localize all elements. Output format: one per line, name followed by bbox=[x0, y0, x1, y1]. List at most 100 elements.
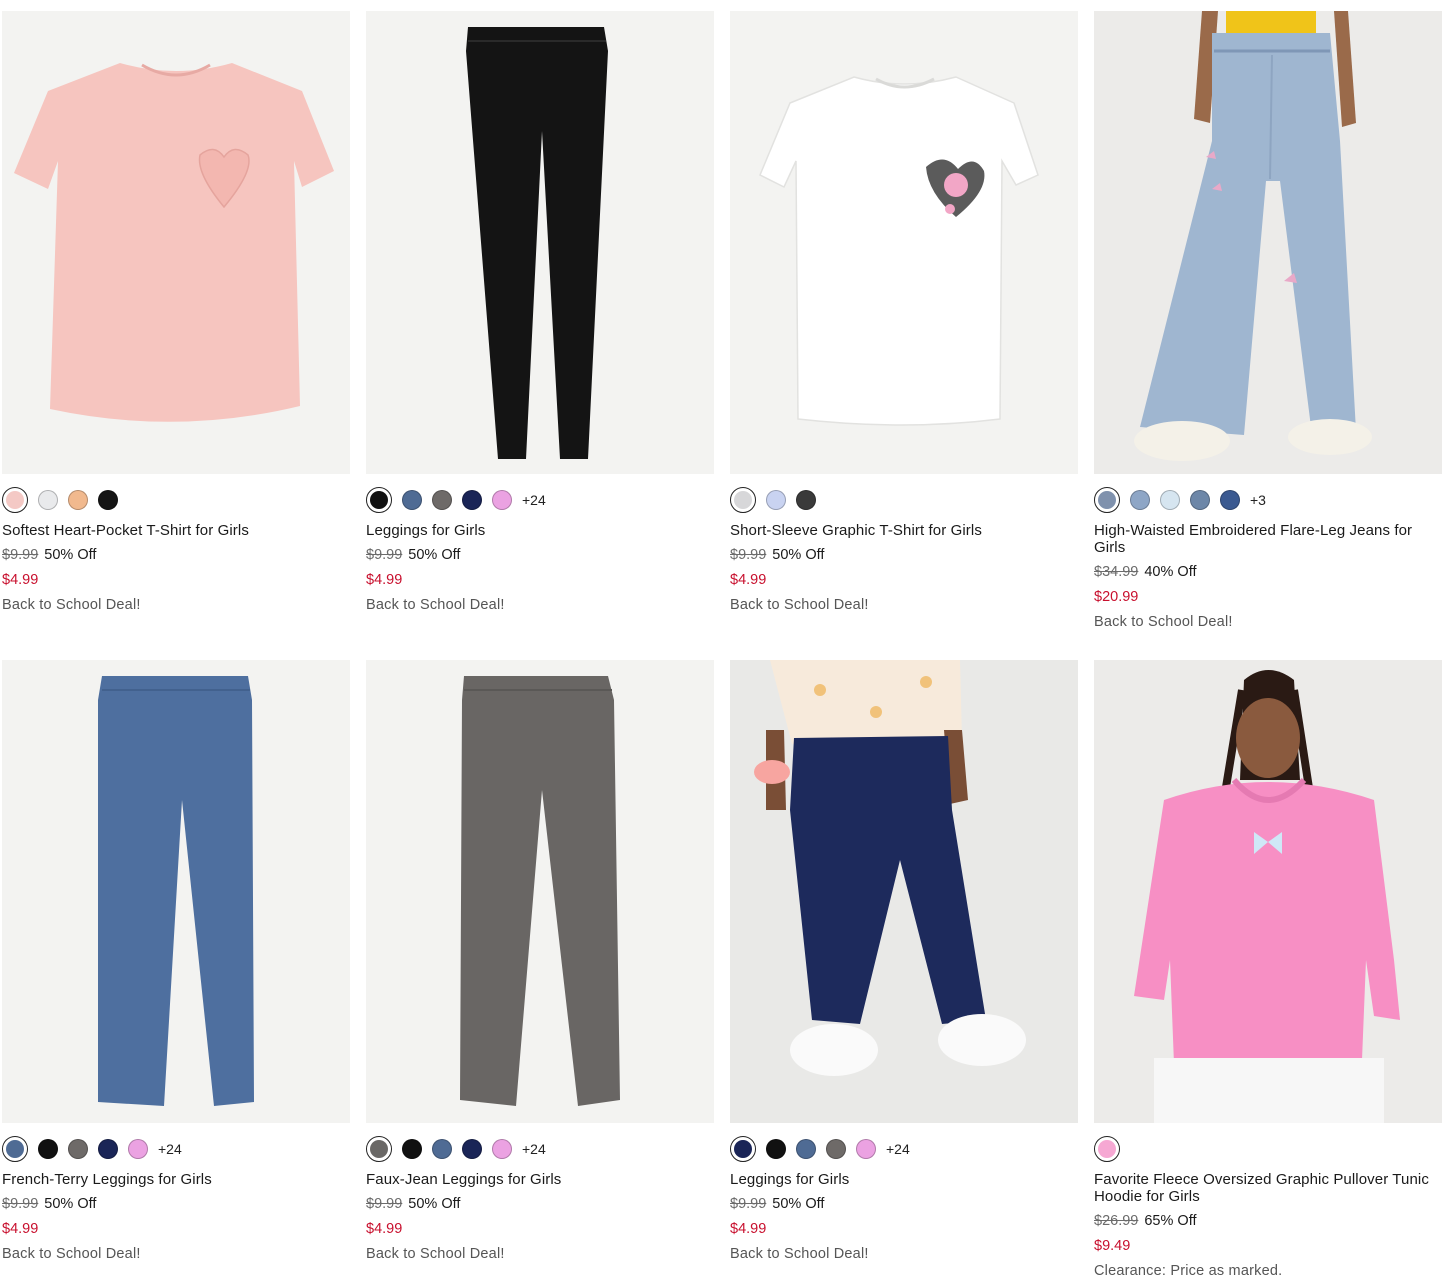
color-swatch[interactable] bbox=[796, 490, 816, 510]
color-swatch[interactable] bbox=[68, 1139, 88, 1159]
product-card[interactable]: +24 Leggings for Girls $9.99 50% Off $4.9… bbox=[730, 660, 1078, 1287]
more-colors-link[interactable]: +24 bbox=[158, 1141, 182, 1157]
original-price: $9.99 bbox=[730, 1196, 767, 1212]
color-swatch[interactable] bbox=[766, 1139, 786, 1159]
color-swatch[interactable] bbox=[766, 490, 786, 510]
price-line: $9.99 50% Off bbox=[2, 1195, 350, 1213]
more-colors-link[interactable]: +24 bbox=[522, 492, 546, 508]
more-colors-link[interactable]: +3 bbox=[1250, 492, 1266, 508]
product-name[interactable]: Leggings for Girls bbox=[366, 522, 714, 539]
blue-leggings-image bbox=[2, 660, 350, 1123]
color-swatch[interactable] bbox=[402, 1139, 422, 1159]
original-price: $34.99 bbox=[1094, 564, 1139, 580]
sale-price: $20.99 bbox=[1094, 589, 1139, 605]
color-swatch[interactable] bbox=[38, 490, 58, 510]
product-card[interactable]: +3 High-Waisted Embroidered Flare-Leg Je… bbox=[1094, 11, 1442, 638]
promo-text: Back to School Deal! bbox=[366, 1246, 505, 1262]
product-image[interactable] bbox=[730, 11, 1078, 474]
price-line: $26.99 65% Off bbox=[1094, 1212, 1442, 1230]
product-image[interactable] bbox=[1094, 660, 1442, 1123]
product-card[interactable]: Short-Sleeve Graphic T-Shirt for Girls $… bbox=[730, 11, 1078, 638]
color-swatch[interactable] bbox=[432, 1139, 452, 1159]
product-image[interactable] bbox=[2, 660, 350, 1123]
discount-label: 50% Off bbox=[772, 1196, 825, 1212]
color-swatches bbox=[730, 487, 1078, 513]
color-swatch[interactable] bbox=[492, 1139, 512, 1159]
color-swatch[interactable] bbox=[462, 490, 482, 510]
price-line: $9.99 50% Off bbox=[730, 1195, 1078, 1213]
product-card[interactable]: +24 French-Terry Leggings for Girls $9.9… bbox=[2, 660, 350, 1287]
color-swatch[interactable] bbox=[1190, 490, 1210, 510]
color-swatch[interactable] bbox=[98, 1139, 118, 1159]
promo-text: Back to School Deal! bbox=[2, 1246, 141, 1262]
color-swatch[interactable] bbox=[366, 1136, 392, 1162]
price-line: $9.99 50% Off bbox=[366, 1195, 714, 1213]
original-price: $26.99 bbox=[1094, 1213, 1139, 1229]
flare-jeans-model-image bbox=[1094, 11, 1442, 474]
product-name[interactable]: Favorite Fleece Oversized Graphic Pullov… bbox=[1094, 1171, 1442, 1205]
sale-price: $9.49 bbox=[1094, 1238, 1131, 1254]
color-swatch[interactable] bbox=[462, 1139, 482, 1159]
product-name[interactable]: French-Terry Leggings for Girls bbox=[2, 1171, 350, 1188]
color-swatch[interactable] bbox=[432, 490, 452, 510]
color-swatch[interactable] bbox=[402, 490, 422, 510]
color-swatch[interactable] bbox=[730, 487, 756, 513]
promo-text: Back to School Deal! bbox=[366, 597, 505, 613]
color-swatch[interactable] bbox=[856, 1139, 876, 1159]
pink-tshirt-image bbox=[2, 11, 350, 474]
original-price: $9.99 bbox=[366, 547, 403, 563]
product-image[interactable] bbox=[2, 11, 350, 474]
more-colors-link[interactable]: +24 bbox=[522, 1141, 546, 1157]
color-swatches bbox=[1094, 1136, 1442, 1162]
product-card[interactable]: Favorite Fleece Oversized Graphic Pullov… bbox=[1094, 660, 1442, 1287]
color-swatch[interactable] bbox=[366, 487, 392, 513]
product-name[interactable]: Short-Sleeve Graphic T-Shirt for Girls bbox=[730, 522, 1078, 539]
color-swatch[interactable] bbox=[1094, 1136, 1120, 1162]
color-swatch[interactable] bbox=[38, 1139, 58, 1159]
color-swatch[interactable] bbox=[796, 1139, 816, 1159]
color-swatch[interactable] bbox=[1094, 487, 1120, 513]
color-swatches: +24 bbox=[366, 1136, 714, 1162]
sale-price: $4.99 bbox=[366, 572, 403, 588]
product-image[interactable] bbox=[366, 660, 714, 1123]
product-image[interactable] bbox=[730, 660, 1078, 1123]
pink-hoodie-model-image bbox=[1094, 660, 1442, 1123]
color-swatch[interactable] bbox=[2, 1136, 28, 1162]
product-image[interactable] bbox=[1094, 11, 1442, 474]
color-swatch[interactable] bbox=[1160, 490, 1180, 510]
product-card[interactable]: +24 Leggings for Girls $9.99 50% Off $4.9… bbox=[366, 11, 714, 638]
color-swatch[interactable] bbox=[128, 1139, 148, 1159]
color-swatch[interactable] bbox=[826, 1139, 846, 1159]
discount-label: 50% Off bbox=[772, 547, 825, 563]
product-name[interactable]: Faux-Jean Leggings for Girls bbox=[366, 1171, 714, 1188]
color-swatch[interactable] bbox=[730, 1136, 756, 1162]
original-price: $9.99 bbox=[366, 1196, 403, 1212]
product-image[interactable] bbox=[366, 11, 714, 474]
discount-label: 50% Off bbox=[44, 1196, 97, 1212]
product-card[interactable]: Softest Heart-Pocket T-Shirt for Girls $… bbox=[2, 11, 350, 638]
promo-text: Clearance: Price as marked. bbox=[1094, 1263, 1283, 1279]
discount-label: 50% Off bbox=[408, 547, 461, 563]
product-grid: Softest Heart-Pocket T-Shirt for Girls $… bbox=[2, 11, 1442, 1287]
black-leggings-image bbox=[366, 11, 714, 474]
price-line: $9.99 50% Off bbox=[730, 546, 1078, 564]
price-line: $9.99 50% Off bbox=[366, 546, 714, 564]
grey-leggings-image bbox=[366, 660, 714, 1123]
promo-text: Back to School Deal! bbox=[2, 597, 141, 613]
color-swatch[interactable] bbox=[68, 490, 88, 510]
sale-price: $4.99 bbox=[366, 1221, 403, 1237]
color-swatch[interactable] bbox=[1130, 490, 1150, 510]
color-swatch[interactable] bbox=[98, 490, 118, 510]
product-name[interactable]: Softest Heart-Pocket T-Shirt for Girls bbox=[2, 522, 350, 539]
product-card[interactable]: +24 Faux-Jean Leggings for Girls $9.99 50… bbox=[366, 660, 714, 1287]
product-name[interactable]: High-Waisted Embroidered Flare-Leg Jeans… bbox=[1094, 522, 1442, 556]
color-swatch[interactable] bbox=[1220, 490, 1240, 510]
navy-leggings-model-image bbox=[730, 660, 1078, 1123]
original-price: $9.99 bbox=[730, 547, 767, 563]
product-name[interactable]: Leggings for Girls bbox=[730, 1171, 1078, 1188]
color-swatch[interactable] bbox=[2, 487, 28, 513]
color-swatch[interactable] bbox=[492, 490, 512, 510]
sale-price: $4.99 bbox=[730, 572, 767, 588]
more-colors-link[interactable]: +24 bbox=[886, 1141, 910, 1157]
sale-price: $4.99 bbox=[2, 1221, 39, 1237]
